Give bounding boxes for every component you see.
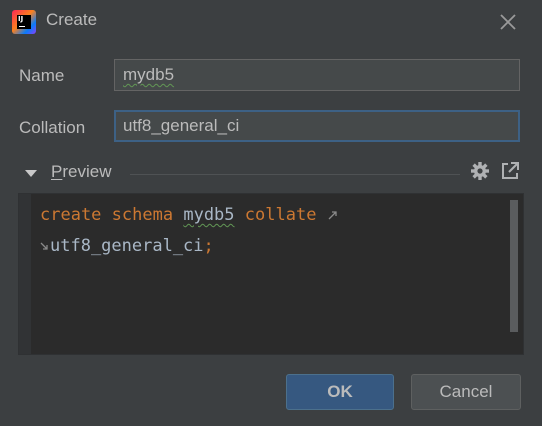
name-field[interactable]: mydb5: [114, 59, 520, 91]
name-label: Name: [19, 66, 65, 85]
external-link-icon[interactable]: [499, 160, 521, 182]
dialog-title: Create: [46, 10, 98, 29]
sql-preview-editor[interactable]: create schema mydb5 collate utf8_general…: [18, 193, 524, 355]
title-bar: IJ Create: [0, 0, 542, 44]
preview-header: Preview: [0, 160, 542, 188]
divider: [130, 174, 460, 175]
scrollbar[interactable]: [509, 196, 521, 352]
code-area: create schema mydb5 collate utf8_general…: [40, 200, 503, 262]
triangle-down-icon[interactable]: [25, 170, 37, 177]
code-line: create schema mydb5 collate: [40, 200, 503, 231]
scrollbar-thumb[interactable]: [510, 200, 518, 332]
keyword-token: create: [40, 205, 102, 225]
name-value: mydb5: [123, 65, 175, 84]
gear-icon[interactable]: [469, 160, 491, 182]
punctuation-token: ;: [203, 236, 214, 256]
cancel-button[interactable]: Cancel: [411, 374, 521, 410]
soft-wrap-continue-icon: [40, 242, 48, 250]
keyword-token: collate: [244, 205, 317, 225]
identifier-token: mydb5: [183, 205, 235, 225]
keyword-token: schema: [111, 205, 174, 225]
close-icon[interactable]: [494, 8, 522, 36]
soft-wrap-icon: [328, 211, 337, 220]
app-logo-icon: IJ: [12, 10, 36, 34]
collation-field[interactable]: utf8_general_ci: [114, 110, 520, 142]
editor-gutter: [19, 194, 31, 354]
code-line: utf8_general_ci;: [40, 231, 503, 262]
ok-button[interactable]: OK: [286, 374, 394, 410]
preview-toggle[interactable]: Preview: [51, 162, 111, 182]
identifier-token: utf8_general_ci: [50, 236, 204, 256]
collation-label: Collation: [19, 118, 86, 137]
collation-value: utf8_general_ci: [123, 116, 240, 135]
